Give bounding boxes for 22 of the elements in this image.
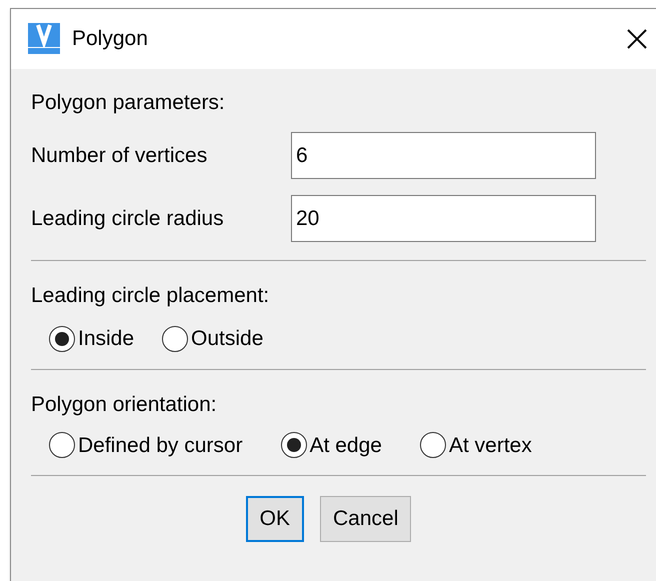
app-logo-icon xyxy=(28,23,60,55)
radio-button[interactable] xyxy=(162,326,188,352)
section-heading: Leading circle placement: xyxy=(31,283,270,309)
radio-label[interactable]: At edge xyxy=(310,430,382,461)
cancel-button[interactable]: Cancel xyxy=(320,496,412,542)
radio-button[interactable] xyxy=(49,326,75,352)
radio-button[interactable] xyxy=(280,432,307,458)
section-heading: Polygon orientation: xyxy=(31,392,217,418)
input-field[interactable]: 6 xyxy=(291,132,596,179)
radio-label[interactable]: Inside xyxy=(78,323,134,354)
radio-button[interactable] xyxy=(49,432,75,458)
radio-label[interactable]: Outside xyxy=(191,323,264,354)
field-label: Leading circle radius xyxy=(31,206,225,232)
ok-button[interactable]: OK xyxy=(246,496,304,542)
radio-button[interactable] xyxy=(420,432,446,458)
radio-label[interactable]: Defined by cursor xyxy=(78,430,243,461)
radio-label[interactable]: At vertex xyxy=(448,430,532,461)
close-icon[interactable] xyxy=(626,28,648,50)
field-label: Number of vertices xyxy=(31,142,208,169)
section-heading: Polygon parameters: xyxy=(31,90,225,116)
input-field[interactable]: 20 xyxy=(291,195,596,242)
window-title: Polygon xyxy=(72,26,148,52)
